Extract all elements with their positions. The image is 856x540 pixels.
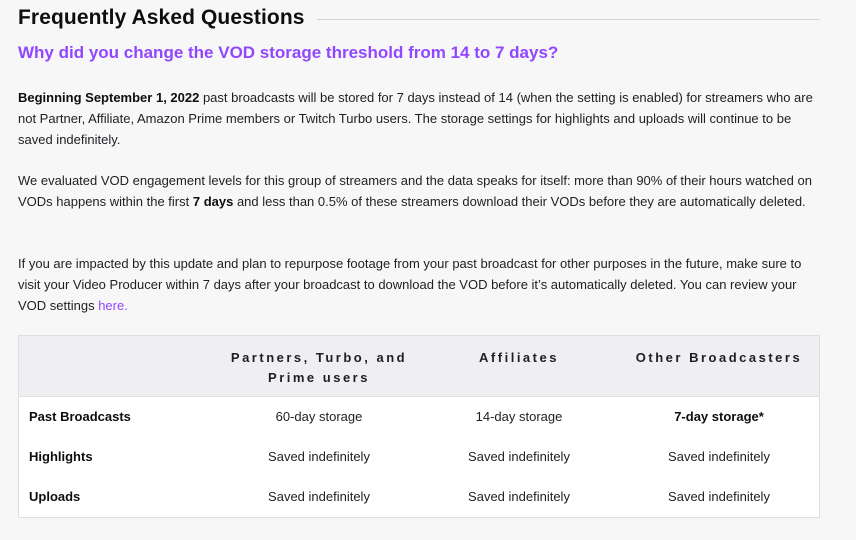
table-cell: 60-day storage [275, 409, 363, 424]
table-cell: Saved indefinitely [468, 489, 570, 504]
table-row: Past Broadcasts 60-day storage 14-day st… [19, 397, 819, 437]
column-header-affiliates: Affiliates [479, 350, 559, 365]
table-header-row: Partners, Turbo, and Prime users Affilia… [19, 336, 819, 397]
storage-comparison-table: Partners, Turbo, and Prime users Affilia… [18, 335, 820, 518]
row-label-uploads: Uploads [29, 489, 81, 504]
title-divider [316, 18, 820, 20]
faq-question: Why did you change the VOD storage thres… [18, 43, 559, 62]
row-label-highlights: Highlights [29, 449, 93, 464]
table-row: Highlights Saved indefinitely Saved inde… [19, 437, 819, 477]
table-cell: Saved indefinitely [268, 489, 370, 504]
paragraph-impacted-text: If you are impacted by this update and p… [18, 256, 802, 313]
table-cell: Saved indefinitely [268, 449, 370, 464]
seven-days-bold: 7 days [192, 194, 234, 209]
vod-settings-link[interactable]: here. [98, 298, 128, 313]
table-cell: Saved indefinitely [668, 449, 770, 464]
table-cell: 14-day storage [475, 409, 563, 424]
table-row: Uploads Saved indefinitely Saved indefin… [19, 477, 819, 517]
row-label-past-broadcasts: Past Broadcasts [29, 409, 131, 424]
column-header-partners: Partners, Turbo, and Prime users [230, 350, 408, 385]
paragraph-engagement-text-2: and less than 0.5% of these streamers do… [233, 194, 806, 209]
faq-header: Frequently Asked Questions [18, 4, 820, 32]
table-cell-highlighted: 7-day storage* [674, 409, 764, 424]
paragraph-effective-date: Beginning September 1, 2022 past broadca… [18, 87, 820, 150]
table-cell: Saved indefinitely [668, 489, 770, 504]
page-title: Frequently Asked Questions [18, 6, 305, 29]
paragraph-engagement: We evaluated VOD engagement levels for t… [18, 170, 820, 212]
paragraph-impacted: If you are impacted by this update and p… [18, 253, 820, 316]
effective-date-bold: Beginning September 1, 2022 [18, 90, 200, 105]
table-cell: Saved indefinitely [468, 449, 570, 464]
column-header-other-broadcasters: Other Broadcasters [635, 350, 803, 365]
